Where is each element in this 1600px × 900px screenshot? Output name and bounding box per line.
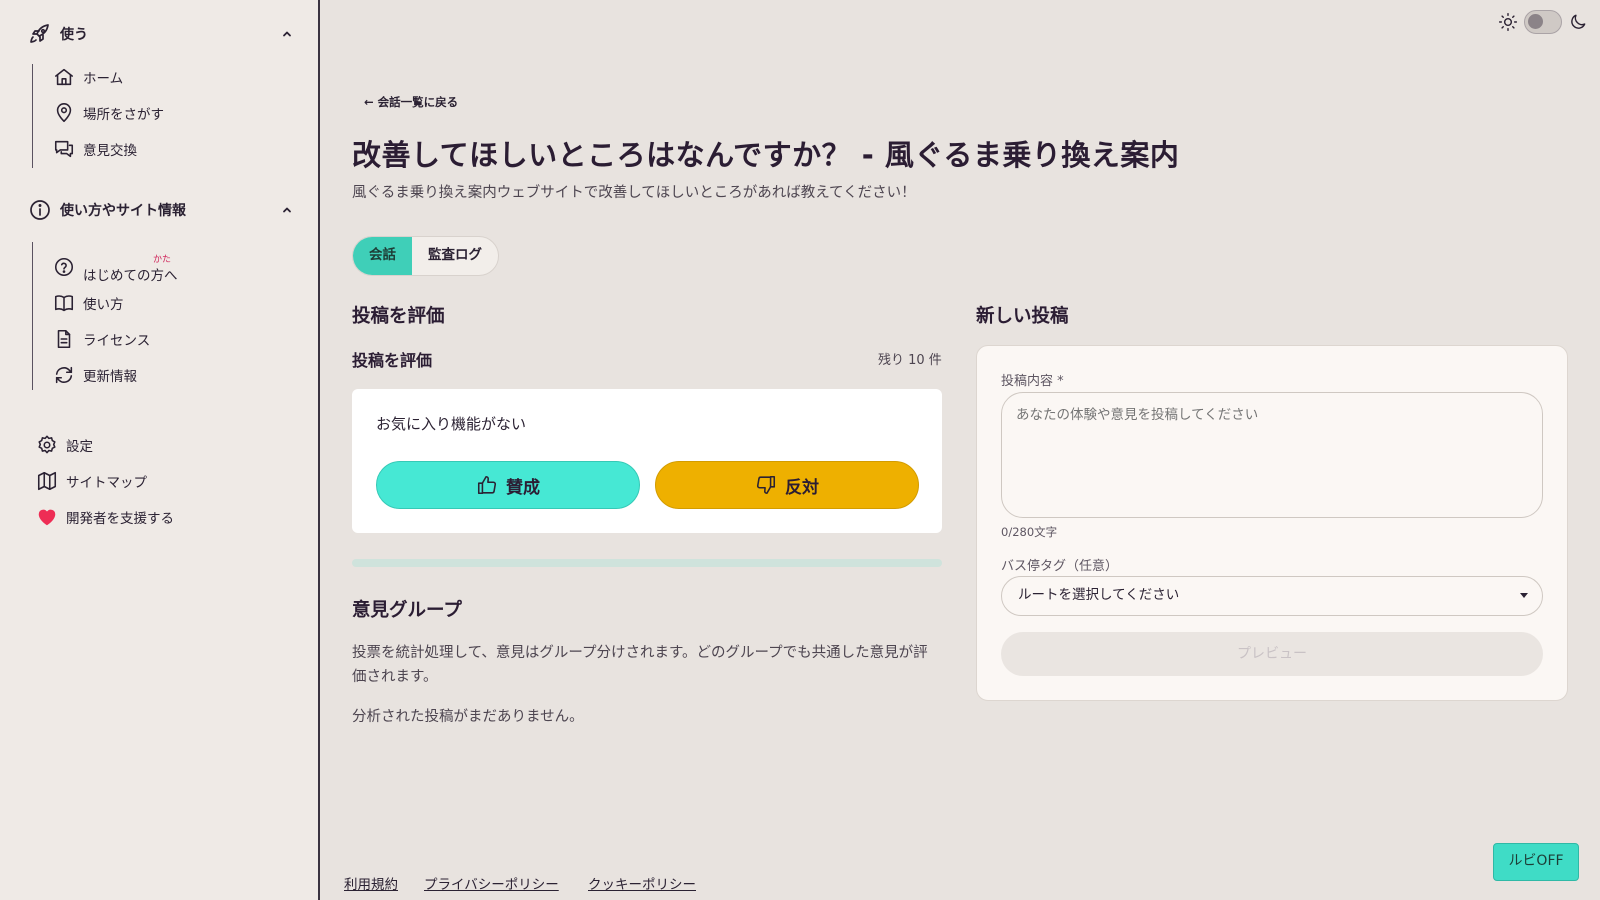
section-header-info[interactable]: 使い方やサイト情報	[28, 198, 296, 222]
agree-button[interactable]: 賛成	[376, 461, 640, 509]
route-select-value: ルートを選択してください	[1018, 587, 1180, 603]
statement-text: お気に入り機能がない	[376, 415, 527, 433]
map-pin-icon	[56, 103, 72, 123]
sidebar: 使う ホーム 場所をさがす 意見交換 使い方やサイト情報 かた はじめての方へ …	[0, 0, 320, 900]
page-description: 風ぐるま乗り換え案内ウェブサイトで改善してほしいところがあれば教えてください！	[352, 185, 916, 201]
document-icon	[57, 329, 71, 349]
sidebar-item-find-place[interactable]: 場所をさがす	[53, 100, 164, 126]
chevron-up-icon[interactable]	[278, 201, 296, 219]
back-to-conversations-link[interactable]: ← 会話一覧に戻る	[364, 94, 458, 110]
main-content: ← 会話一覧に戻る 改善してほしいところはなんですか？ - 風ぐるま乗り換え案内…	[322, 0, 1600, 900]
rocket-icon	[30, 24, 49, 43]
vote-card: お気に入り機能がない 賛成 反対	[352, 389, 942, 533]
heart-icon	[38, 509, 56, 526]
opinion-groups-empty-text: 分析された投稿がまだありません。	[352, 709, 584, 725]
chevron-up-icon[interactable]	[278, 25, 296, 43]
tab-conversation[interactable]: 会話	[353, 237, 412, 275]
sidebar-item-label: 意見交換	[83, 143, 137, 159]
page-title: 改善してほしいところはなんですか？ - 風ぐるま乗り換え案内	[352, 138, 1180, 172]
sidebar-item-label: ライセンス	[83, 333, 151, 349]
gear-icon	[38, 435, 56, 454]
sidebar-item-label: ホーム	[83, 71, 124, 87]
sidebar-item-discussion[interactable]: 意見交換	[53, 136, 137, 162]
switch-knob	[1528, 14, 1543, 29]
route-select[interactable]: ルートを選択してください	[1001, 576, 1543, 616]
sidebar-item-beginners[interactable]: かた はじめての方へ	[53, 250, 178, 284]
sidebar-item-settings[interactable]: 設定	[36, 432, 93, 458]
section-title-use: 使う	[60, 27, 88, 43]
book-icon	[54, 295, 74, 312]
opinion-groups-heading: 意見グループ	[352, 600, 462, 621]
ruby-text: かた	[153, 255, 172, 265]
sidebar-item-how-to-use[interactable]: 使い方	[53, 290, 124, 316]
sidebar-item-label: 使い方	[83, 297, 124, 313]
sidebar-item-sitemap[interactable]: サイトマップ	[36, 468, 147, 494]
info-section-list: かた はじめての方へ 使い方 ライセンス 更新情報	[32, 242, 292, 390]
refresh-icon	[55, 366, 73, 384]
info-circle-icon	[30, 200, 50, 220]
dark-mode-switch[interactable]	[1524, 10, 1562, 34]
thumbs-up-icon	[477, 475, 497, 495]
bus-stop-tag-label: バス停タグ（任意）	[1001, 559, 1119, 574]
sidebar-item-label: サイトマップ	[66, 475, 147, 491]
moon-icon	[1571, 14, 1586, 29]
agree-label: 賛成	[506, 477, 540, 498]
sidebar-item-label: かた はじめての方へ	[83, 255, 178, 284]
sun-icon	[1498, 12, 1518, 32]
character-counter: 0/280文字	[1001, 525, 1058, 539]
footer-link-terms[interactable]: 利用規約	[344, 873, 398, 893]
ruby-toggle-button[interactable]: ルビOFF	[1493, 843, 1579, 881]
remaining-count: 残り 10 件	[878, 353, 942, 368]
tab-bar: 会話 監査ログ	[352, 236, 499, 276]
sidebar-item-label: 場所をさがす	[83, 107, 164, 123]
use-section-list: ホーム 場所をさがす 意見交換	[32, 64, 292, 168]
disagree-button[interactable]: 反対	[655, 461, 919, 509]
footer-link-cookie[interactable]: クッキーポリシー	[588, 873, 696, 893]
question-circle-icon	[54, 257, 74, 277]
dropdown-caret-icon	[1520, 593, 1528, 598]
sidebar-item-home[interactable]: ホーム	[53, 64, 123, 90]
new-post-form: 投稿内容 * 0/280文字 バス停タグ（任意） ルートを選択してください プレ…	[976, 345, 1568, 701]
evaluation-progress-bar	[352, 559, 942, 567]
content-label: 投稿内容 *	[1001, 374, 1064, 389]
preview-button[interactable]: プレビュー	[1001, 632, 1543, 676]
home-icon	[54, 68, 74, 86]
sidebar-item-support-developer[interactable]: 開発者を支援する	[36, 504, 174, 530]
opinion-groups-description: 投票を統計処理して、意見はグループ分けされます。どのグループでも共通した意見が評…	[352, 645, 928, 685]
evaluate-subheading: 投稿を評価	[352, 351, 433, 370]
map-icon	[37, 471, 57, 491]
section-title-info: 使い方やサイト情報	[60, 203, 186, 219]
thumbs-down-icon	[756, 475, 776, 495]
sidebar-item-label: 開発者を支援する	[66, 511, 174, 527]
sidebar-item-updates[interactable]: 更新情報	[53, 362, 137, 388]
footer-link-privacy[interactable]: プライバシーポリシー	[424, 873, 559, 893]
post-content-textarea[interactable]	[1001, 392, 1543, 518]
chat-bubbles-icon	[54, 140, 74, 158]
disagree-label: 反対	[785, 477, 819, 498]
section-header-use[interactable]: 使う	[28, 22, 296, 46]
app-root: 使う ホーム 場所をさがす 意見交換 使い方やサイト情報 かた はじめての方へ …	[0, 0, 1600, 900]
sidebar-item-license[interactable]: ライセンス	[53, 326, 150, 352]
new-post-heading: 新しい投稿	[976, 306, 1069, 327]
sidebar-item-label: 更新情報	[83, 369, 137, 385]
theme-toggle	[1498, 8, 1588, 36]
sidebar-item-label: 設定	[66, 439, 93, 455]
evaluate-heading: 投稿を評価	[352, 306, 445, 327]
tab-audit-log[interactable]: 監査ログ	[412, 237, 498, 275]
